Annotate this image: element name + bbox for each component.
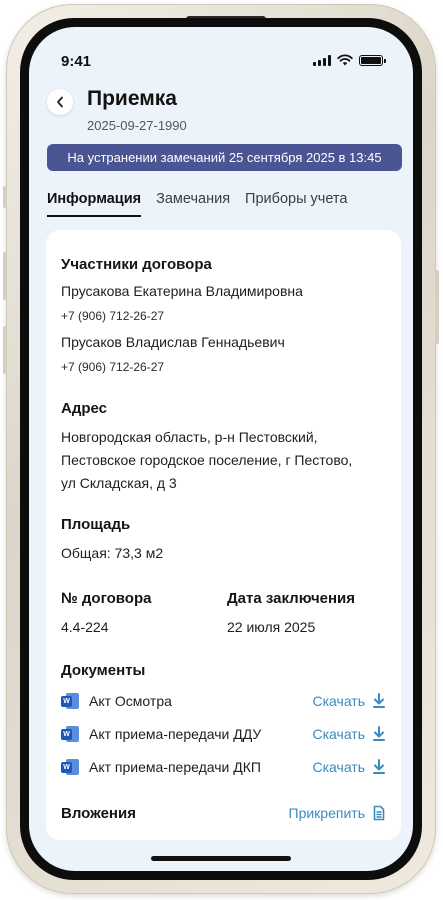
participant-phone[interactable]: +7 (906) 712-26-27: [61, 360, 164, 374]
document-row: W Акт приема-передачи ДКП Скачать: [61, 756, 386, 778]
status-banner: На устранении замечаний 25 сентября 2025…: [47, 144, 402, 171]
download-label: Скачать: [312, 693, 366, 709]
power-button: [435, 270, 439, 344]
participant-name: Прусакова Екатерина Владимировна: [61, 283, 303, 299]
attachments-title: Вложения: [61, 804, 136, 822]
download-label: Скачать: [312, 759, 366, 775]
download-button[interactable]: Скачать: [313, 726, 387, 742]
address-line: ул Складская, д 3: [61, 475, 177, 491]
screen: 9:41 Приемка 2025-09-27-1990 На устранен…: [29, 27, 413, 871]
tab-bar: Информация Замечания Приборы учета: [47, 191, 362, 217]
status-bar: 9:41: [29, 27, 413, 77]
area-title: Площадь: [61, 516, 131, 533]
download-icon: [373, 693, 385, 708]
contract-number-title: № договора: [61, 590, 152, 607]
address-line: Новгородская область, р-н Пестовский,: [61, 429, 318, 445]
word-document-icon: W: [61, 759, 79, 775]
status-time: 9:41: [61, 53, 92, 70]
mute-switch: [3, 186, 7, 208]
contract-date-value: 22 июля 2025: [227, 619, 316, 635]
back-button[interactable]: [47, 89, 73, 115]
page-title: Приемка: [87, 87, 177, 110]
attachments-row: Вложения Прикрепить: [61, 802, 386, 824]
contract-date-title: Дата заключения: [227, 590, 356, 607]
download-button[interactable]: Скачать: [313, 759, 387, 775]
download-icon: [373, 726, 385, 741]
address-line: Пестовское городское поселение, г Пестов…: [61, 452, 353, 468]
download-button[interactable]: Скачать: [313, 693, 387, 709]
battery-icon: [359, 54, 386, 66]
chevron-left-icon: [57, 96, 63, 108]
participant-phone[interactable]: +7 (906) 712-26-27: [61, 309, 164, 323]
document-name: Акт Осмотра: [89, 693, 172, 709]
phone-frame: 9:41 Приемка 2025-09-27-1990 На устранен…: [3, 4, 439, 894]
download-label: Скачать: [312, 726, 366, 742]
attach-label: Прикрепить: [288, 805, 365, 821]
document-row: W Акт Осмотра Скачать: [61, 690, 386, 712]
tab-meters[interactable]: Приборы учета: [245, 191, 347, 217]
tab-remarks[interactable]: Замечания: [156, 191, 230, 217]
tab-information[interactable]: Информация: [47, 191, 142, 217]
documents-title: Документы: [61, 662, 146, 679]
participant-name: Прусаков Владислав Геннадьевич: [61, 334, 285, 350]
word-document-icon: W: [61, 726, 79, 742]
document-name: Акт приема-передачи ДКП: [89, 759, 261, 775]
volume-down-button: [3, 326, 7, 374]
volume-up-button: [3, 252, 7, 300]
bezel: 9:41 Приемка 2025-09-27-1990 На устранен…: [20, 18, 422, 880]
file-attach-icon: [373, 805, 385, 821]
page-subtitle: 2025-09-27-1990: [87, 118, 187, 133]
area-value: Общая: 73,3 м2: [61, 545, 164, 561]
address-title: Адрес: [61, 400, 108, 417]
info-card: Участники договора Прусакова Екатерина В…: [46, 230, 401, 840]
wifi-icon: [337, 54, 353, 66]
document-name: Акт приема-передачи ДДУ: [89, 726, 262, 742]
participants-title: Участники договора: [61, 256, 212, 273]
download-icon: [373, 759, 385, 774]
attach-button[interactable]: Прикрепить: [289, 805, 386, 821]
document-row: W Акт приема-передачи ДДУ Скачать: [61, 723, 386, 745]
word-document-icon: W: [61, 693, 79, 709]
home-indicator[interactable]: [151, 856, 291, 861]
status-icons: [313, 54, 386, 66]
cellular-signal-icon: [313, 54, 331, 66]
contract-number-value: 4.4-224: [61, 619, 109, 635]
